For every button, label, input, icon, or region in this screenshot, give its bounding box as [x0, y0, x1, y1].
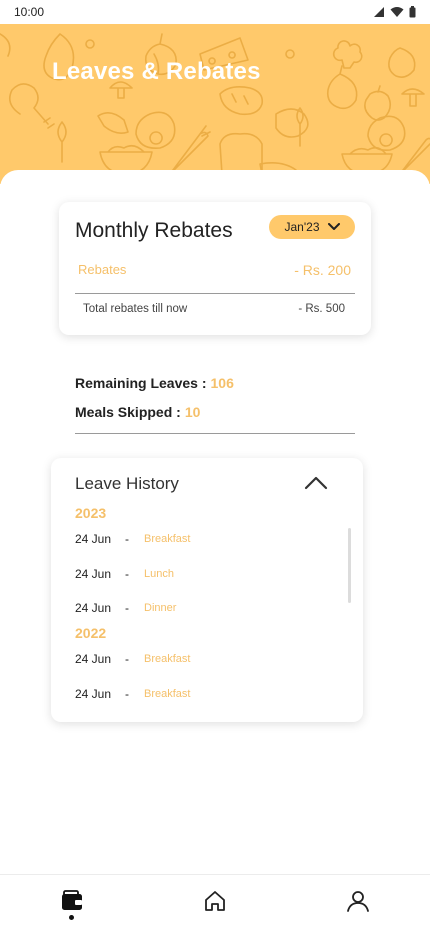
remaining-leaves-label: Remaining Leaves :	[75, 374, 207, 391]
leave-entry: 24 Jun - Dinner	[75, 601, 176, 615]
total-rebates-value: - Rs. 500	[298, 303, 345, 315]
leave-entry: 24 Jun - Breakfast	[75, 652, 190, 666]
scrollbar[interactable]	[348, 528, 351, 603]
status-bar: 10:00	[0, 0, 430, 24]
nav-profile-button[interactable]	[344, 887, 372, 915]
separator: -	[125, 567, 129, 581]
monthly-rebates-card: Monthly Rebates Jan'23 Rebates - Rs. 200…	[59, 202, 371, 335]
total-rebates-row: Total rebates till now - Rs. 500	[83, 303, 345, 315]
total-rebates-label: Total rebates till now	[83, 303, 188, 315]
bottom-nav	[0, 874, 430, 933]
leave-meal: Breakfast	[144, 653, 191, 665]
rebates-card-title: Monthly Rebates	[75, 219, 233, 242]
status-icons	[373, 6, 416, 18]
meals-skipped-value: 10	[184, 403, 201, 420]
leave-entry: 24 Jun - Breakfast	[75, 532, 190, 546]
food-pattern-background	[0, 33, 430, 184]
nav-home-button[interactable]	[201, 887, 229, 915]
leave-date: 24 Jun	[75, 601, 112, 615]
leave-date: 24 Jun	[75, 567, 112, 581]
leave-meal: Breakfast	[144, 688, 191, 700]
leave-entry: 24 Jun - Lunch	[75, 567, 174, 581]
header-banner: Leaves & Rebates	[0, 24, 430, 184]
rebates-value: - Rs. 200	[294, 262, 351, 278]
rebates-label: Rebates	[78, 262, 127, 277]
signal-icon	[374, 7, 384, 17]
page-title: Leaves & Rebates	[52, 58, 261, 85]
battery-icon	[409, 6, 416, 18]
separator: -	[125, 532, 129, 546]
separator: -	[125, 601, 129, 615]
home-icon	[205, 891, 225, 911]
leave-meal: Dinner	[144, 602, 177, 614]
separator: -	[125, 652, 129, 666]
chevron-down-icon	[327, 223, 340, 230]
year-heading: 2023	[75, 505, 107, 521]
year-heading: 2022	[75, 625, 107, 641]
leave-meal: Lunch	[144, 568, 174, 580]
leave-meal: Breakfast	[144, 533, 191, 545]
leave-history-card: Leave History 2023 24 Jun - Breakfast 24…	[51, 458, 363, 722]
remaining-leaves-row: Remaining Leaves : 106	[75, 368, 234, 397]
leave-date: 24 Jun	[75, 652, 112, 666]
wifi-icon	[390, 7, 404, 17]
profile-icon	[347, 891, 369, 912]
leave-history-title: Leave History	[75, 474, 179, 493]
separator: -	[125, 687, 129, 701]
leave-entry: 24 Jun - Breakfast	[75, 687, 190, 701]
wallet-icon	[62, 890, 82, 910]
nav-wallet-button[interactable]	[58, 887, 86, 915]
remaining-leaves-value: 106	[210, 374, 234, 391]
rebates-row: Rebates - Rs. 200	[78, 262, 351, 278]
month-selector-dropdown[interactable]: Jan'23	[269, 215, 355, 239]
active-indicator	[69, 915, 74, 920]
month-selector-value: Jan'23	[284, 220, 320, 234]
divider	[75, 433, 355, 434]
divider	[75, 293, 355, 294]
leave-date: 24 Jun	[75, 532, 112, 546]
leave-date: 24 Jun	[75, 687, 112, 701]
status-time: 10:00	[14, 5, 45, 19]
meals-skipped-label: Meals Skipped :	[75, 403, 181, 420]
meals-skipped-row: Meals Skipped : 10	[75, 397, 234, 426]
chevron-up-icon[interactable]	[303, 474, 329, 492]
leave-stats: Remaining Leaves : 106 Meals Skipped : 1…	[75, 368, 234, 426]
